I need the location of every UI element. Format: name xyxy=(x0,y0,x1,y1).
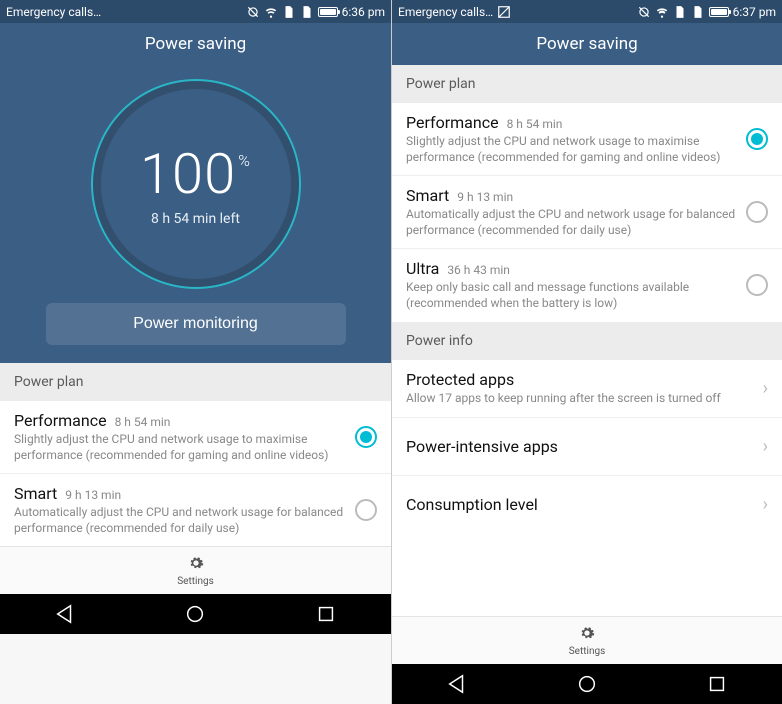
section-header-power-plan: Power plan xyxy=(392,65,782,103)
gear-icon xyxy=(579,625,595,645)
carrier-text: Emergency calls… xyxy=(6,5,101,19)
info-title: Protected apps xyxy=(406,370,755,389)
plan-option-performance[interactable]: Performance 8 h 54 min Slightly adjust t… xyxy=(0,401,391,474)
settings-button[interactable]: Settings xyxy=(392,616,782,664)
status-time: 6:36 pm xyxy=(342,5,385,19)
info-power-intensive-apps[interactable]: Power-intensive apps › xyxy=(392,418,782,476)
alarm-off-icon xyxy=(246,5,260,19)
screen-power-plans: Emergency calls… 6:37 pm Power saving Po… xyxy=(391,0,782,704)
plan-time: 8 h 54 min xyxy=(507,117,563,131)
radio-selected-icon[interactable] xyxy=(355,426,377,448)
info-consumption-level[interactable]: Consumption level › xyxy=(392,476,782,534)
radio-unselected-icon[interactable] xyxy=(355,499,377,521)
plan-desc: Keep only basic call and message functio… xyxy=(406,280,746,311)
radio-selected-icon[interactable] xyxy=(746,128,768,150)
plan-title: Performance xyxy=(14,411,107,430)
screenshot-icon xyxy=(497,5,511,19)
radio-unselected-icon[interactable] xyxy=(746,201,768,223)
power-plan-list: Performance 8 h 54 min Slightly adjust t… xyxy=(392,103,782,322)
screen-power-overview: Emergency calls… 6:36 pm Power saving 10… xyxy=(0,0,391,704)
battery-icon xyxy=(318,7,338,17)
chevron-right-icon: › xyxy=(755,436,768,457)
nav-bar xyxy=(0,594,391,634)
chevron-right-icon: › xyxy=(755,494,768,515)
plan-desc: Automatically adjust the CPU and network… xyxy=(14,505,355,536)
info-desc: Allow 17 apps to keep running after the … xyxy=(406,391,755,407)
plan-title: Smart xyxy=(14,484,57,503)
radio-unselected-icon[interactable] xyxy=(746,274,768,296)
plan-time: 8 h 54 min xyxy=(115,415,171,429)
status-bar: Emergency calls… 6:37 pm xyxy=(392,0,782,23)
settings-label: Settings xyxy=(569,646,606,657)
nav-home-button[interactable] xyxy=(130,594,260,634)
plan-desc: Automatically adjust the CPU and network… xyxy=(406,207,746,238)
plan-title: Performance xyxy=(406,113,499,132)
percent-symbol: % xyxy=(238,151,251,170)
settings-label: Settings xyxy=(177,576,214,587)
plan-desc: Slightly adjust the CPU and network usag… xyxy=(14,432,355,463)
battery-icon xyxy=(709,7,729,17)
battery-ring: 100 % 8 h 54 min left xyxy=(91,79,301,289)
battery-hero: 100 % 8 h 54 min left Power monitoring xyxy=(0,65,391,363)
power-info-list: Protected apps Allow 17 apps to keep run… xyxy=(392,360,782,534)
nav-back-button[interactable] xyxy=(392,664,522,704)
plan-time: 36 h 43 min xyxy=(447,263,510,277)
wifi-icon xyxy=(655,5,669,19)
battery-percentage: 100 % xyxy=(140,141,251,207)
sim1-icon xyxy=(282,5,296,19)
status-bar: Emergency calls… 6:36 pm xyxy=(0,0,391,23)
plan-title: Smart xyxy=(406,186,449,205)
settings-button[interactable]: Settings xyxy=(0,546,391,594)
nav-bar xyxy=(392,664,782,704)
sim2-icon xyxy=(300,5,314,19)
section-header-power-info: Power info xyxy=(392,322,782,360)
sim1-icon xyxy=(673,5,687,19)
page-title: Power saving xyxy=(392,23,782,65)
alarm-off-icon xyxy=(637,5,651,19)
plan-desc: Slightly adjust the CPU and network usag… xyxy=(406,134,746,165)
nav-home-button[interactable] xyxy=(522,664,652,704)
plan-time: 9 h 13 min xyxy=(457,190,513,204)
info-title: Power-intensive apps xyxy=(406,437,755,456)
sim2-icon xyxy=(691,5,705,19)
page-title: Power saving xyxy=(0,23,391,65)
plan-option-smart[interactable]: Smart 9 h 13 min Automatically adjust th… xyxy=(392,176,782,249)
plan-option-smart[interactable]: Smart 9 h 13 min Automatically adjust th… xyxy=(0,474,391,546)
plan-title: Ultra xyxy=(406,259,439,278)
nav-recent-button[interactable] xyxy=(652,664,782,704)
plan-time: 9 h 13 min xyxy=(65,488,121,502)
nav-recent-button[interactable] xyxy=(261,594,391,634)
carrier-text: Emergency calls… xyxy=(398,5,493,19)
power-plan-list: Performance 8 h 54 min Slightly adjust t… xyxy=(0,401,391,546)
wifi-icon xyxy=(264,5,278,19)
plan-option-performance[interactable]: Performance 8 h 54 min Slightly adjust t… xyxy=(392,103,782,176)
section-header-power-plan: Power plan xyxy=(0,363,391,401)
plan-option-ultra[interactable]: Ultra 36 h 43 min Keep only basic call a… xyxy=(392,249,782,321)
gear-icon xyxy=(188,555,204,575)
battery-pct-value: 100 xyxy=(140,141,236,207)
power-monitoring-button[interactable]: Power monitoring xyxy=(46,303,346,345)
info-title: Consumption level xyxy=(406,495,755,514)
time-remaining: 8 h 54 min left xyxy=(140,211,251,227)
info-protected-apps[interactable]: Protected apps Allow 17 apps to keep run… xyxy=(392,360,782,418)
status-time: 6:37 pm xyxy=(733,5,776,19)
chevron-right-icon: › xyxy=(755,378,768,399)
nav-back-button[interactable] xyxy=(0,594,130,634)
